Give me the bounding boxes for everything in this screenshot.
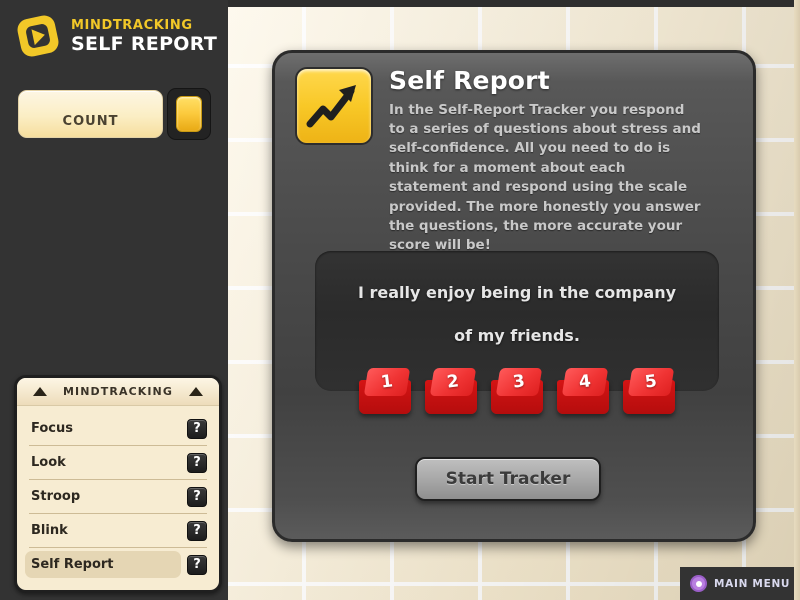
menu-item-label: Focus [31, 421, 73, 436]
brand-line-1: MINDTRACKING [71, 17, 193, 33]
rating-key-3[interactable]: 3 [491, 368, 543, 416]
help-icon[interactable]: ? [187, 486, 207, 507]
brand-line-2: SELF REPORT [71, 32, 218, 55]
count-chip-icon [176, 96, 202, 132]
menu-header: MINDTRACKING [17, 378, 219, 406]
rating-key-2[interactable]: 2 [425, 368, 477, 416]
menu-list: Focus ? Look ? Stroop ? Blink ? Self Rep… [17, 406, 219, 581]
help-icon[interactable]: ? [187, 452, 207, 473]
panel-header: Self Report In the Self-Report Tracker y… [295, 67, 737, 256]
menu-item-label: Stroop [31, 489, 81, 504]
count-label: COUNT [62, 114, 119, 129]
sidebar-item-look[interactable]: Look ? [21, 446, 215, 479]
sidebar: MINDTRACKING SELF REPORT COUNT MINDTRACK… [0, 0, 228, 600]
top-strip [228, 0, 800, 7]
trending-up-arrow-icon [295, 67, 373, 145]
sidebar-item-blink[interactable]: Blink ? [21, 514, 215, 547]
app-root: MINDTRACKING SELF REPORT COUNT MINDTRACK… [0, 0, 800, 600]
rating-key-4[interactable]: 4 [557, 368, 609, 416]
rating-key-label: 3 [511, 371, 527, 393]
count-chip-holder[interactable] [167, 88, 211, 140]
menu-title: MINDTRACKING [63, 385, 173, 398]
rating-key-label: 1 [379, 371, 395, 393]
triangle-up-icon-left[interactable] [33, 387, 47, 396]
menu-item-label: Self Report [31, 557, 114, 572]
rating-key-label: 5 [643, 371, 659, 393]
circle-dot-icon [690, 575, 707, 592]
play-logo-icon [14, 12, 62, 60]
sidebar-item-focus[interactable]: Focus ? [21, 412, 215, 445]
rating-scale: 1 2 3 4 5 [359, 368, 675, 416]
help-icon[interactable]: ? [187, 520, 207, 541]
main-menu-button[interactable]: MAIN MENU [680, 567, 794, 600]
brand: MINDTRACKING SELF REPORT [14, 12, 217, 60]
sidebar-item-stroop[interactable]: Stroop ? [21, 480, 215, 513]
start-tracker-label: Start Tracker [445, 469, 571, 489]
statement-line-2: of my friends. [454, 326, 580, 345]
panel-description: In the Self-Report Tracker you respond t… [389, 101, 701, 254]
count-row: COUNT [18, 88, 211, 140]
triangle-up-icon-right[interactable] [189, 387, 203, 396]
menu-item-label: Look [31, 455, 66, 470]
mindtracking-menu-card: MINDTRACKING Focus ? Look ? Stroop ? Bli… [14, 375, 222, 593]
sidebar-item-self-report[interactable]: Self Report ? [21, 548, 215, 581]
rating-key-1[interactable]: 1 [359, 368, 411, 416]
count-button[interactable]: COUNT [18, 90, 163, 138]
page-title: Self Report [389, 66, 550, 95]
main-menu-label: MAIN MENU [714, 577, 791, 590]
right-strip [794, 0, 800, 600]
help-icon[interactable]: ? [187, 418, 207, 439]
rating-key-5[interactable]: 5 [623, 368, 675, 416]
start-tracker-button[interactable]: Start Tracker [415, 457, 601, 501]
rating-key-label: 4 [577, 371, 593, 393]
self-report-panel: Self Report In the Self-Report Tracker y… [272, 50, 756, 542]
menu-item-label: Blink [31, 523, 68, 538]
statement-line-1: I really enjoy being in the company [357, 283, 677, 302]
rating-key-label: 2 [445, 371, 461, 393]
help-icon[interactable]: ? [187, 554, 207, 575]
